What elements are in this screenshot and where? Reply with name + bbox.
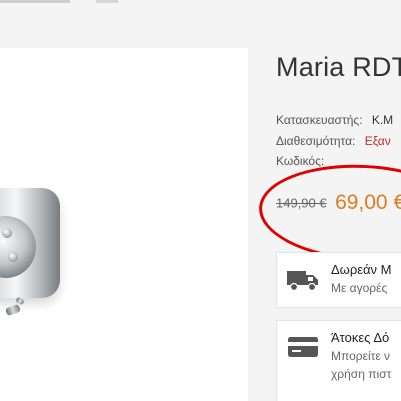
credit-card-icon [288,337,318,357]
free-shipping-box: Δωρεάν Μ Με αγορές [276,252,401,308]
truck-icon [287,271,318,292]
atomizer-post [8,252,18,262]
manufacturer-row: Κατασκευαστής: K.M [276,113,393,127]
product-screw [5,303,21,317]
header-fragment [0,0,70,3]
shipping-heading: Δωρεάν Μ [331,262,392,277]
availability-value: Εξαν [364,134,391,148]
installments-text-line2: χρήση πιστ [331,367,392,381]
product-image [0,188,60,298]
installments-box: Άτοκες Δό Μπορείτε ν χρήση πιστ [276,320,401,401]
manufacturer-label: Κατασκευαστής: [276,113,363,127]
manufacturer-value[interactable]: K.M [372,113,393,127]
product-image-panel[interactable] [0,48,248,401]
shipping-text: Με αγορές [331,281,388,295]
header-fragment [96,0,118,3]
product-code-label: Κωδικός: [276,154,325,168]
product-title: Maria RDT [276,52,401,82]
availability-row: Διαθεσιμότητα: Εξαν [276,134,391,148]
top-strip [0,0,401,10]
installments-heading: Άτοκες Δό [331,330,390,345]
product-code-row: Κωδικός: [276,154,330,168]
availability-label: Διαθεσιμότητα: [276,134,356,148]
installments-text-line1: Μπορείτε ν [331,349,391,363]
atomizer-deck [0,216,36,278]
atomizer-post [2,228,12,238]
annotation-ellipse [256,159,401,267]
